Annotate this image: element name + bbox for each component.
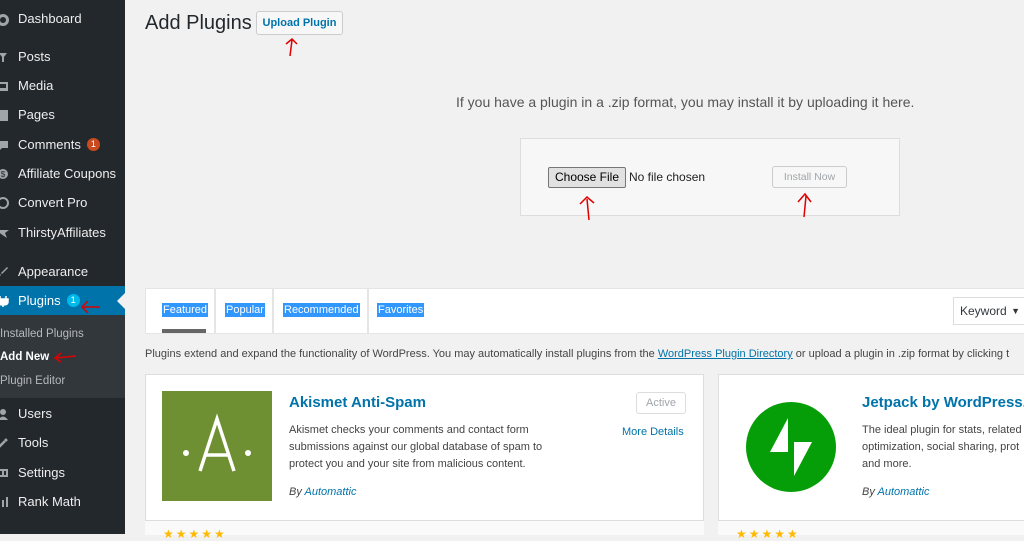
sidebar-item-label: Tools [18, 435, 49, 450]
submenu-installed-plugins[interactable]: Installed Plugins [0, 328, 84, 340]
annotation-arrow-install-now [797, 192, 812, 218]
settings-icon [0, 468, 8, 477]
sidebar-item-label: Pages [18, 107, 55, 122]
tab-divider [214, 289, 216, 333]
convert-icon [0, 196, 9, 209]
author-by-label: By [862, 486, 875, 498]
plugin-card-footer [145, 520, 704, 535]
tab-divider [367, 289, 369, 333]
admin-sidebar: Dashboard Posts Media Pages Comments 1 $… [0, 0, 125, 534]
submenu-plugin-editor[interactable]: Plugin Editor [0, 375, 65, 387]
plugin-title-akismet[interactable]: Akismet Anti-Spam [289, 394, 426, 411]
sidebar-item-label: Dashboard [18, 11, 82, 26]
comment-icon [0, 140, 8, 150]
author-link[interactable]: Automattic [878, 486, 930, 498]
plugins-update-badge: 1 [66, 294, 80, 307]
sidebar-item-tools[interactable]: Tools [0, 428, 125, 457]
sidebar-item-label: Media [18, 78, 54, 93]
coupon-icon: $ [0, 168, 8, 179]
annotation-arrow-upload [285, 37, 298, 57]
rating-stars: ★★★★★ [736, 527, 800, 541]
svg-text:$: $ [1, 170, 6, 179]
akismet-logo-graphic [183, 413, 251, 472]
page-title: Add Plugins [145, 12, 252, 34]
upload-plugin-button[interactable]: Upload Plugin [256, 11, 343, 35]
sidebar-item-convert-pro[interactable]: Convert Pro [0, 188, 125, 217]
plugin-directory-link[interactable]: WordPress Plugin Directory [658, 348, 793, 360]
sidebar-item-thirstyaffiliates[interactable]: ThirstyAffiliates [0, 218, 125, 247]
active-tab-indicator [162, 329, 206, 333]
plugin-icon [0, 295, 9, 307]
plugin-author: By Automattic [862, 486, 929, 498]
sidebar-item-label: Appearance [18, 264, 89, 279]
plugin-description: The ideal plugin for stats, related opti… [862, 422, 1024, 474]
tab-divider [272, 289, 274, 333]
sidebar-item-settings[interactable]: Settings [0, 458, 125, 487]
search-type-select[interactable]: Keyword ▼ [953, 297, 1024, 325]
brush-icon [0, 266, 8, 276]
sidebar-item-label: Plugins [18, 293, 61, 308]
sidebar-item-pages[interactable]: Pages [0, 100, 125, 129]
annotation-arrow-plugins [80, 300, 100, 314]
sidebar-item-dashboard[interactable]: Dashboard [0, 4, 125, 33]
sidebar-item-users[interactable]: Users [0, 399, 125, 428]
pages-icon [0, 109, 8, 121]
submenu-add-new[interactable]: Add New [0, 351, 49, 363]
plugin-description: Akismet checks your comments and contact… [289, 424, 543, 470]
media-icon [0, 81, 8, 91]
plugin-author: By Automattic [289, 486, 356, 498]
tab-popular[interactable]: Popular [225, 303, 265, 317]
plugin-title-jetpack[interactable]: Jetpack by WordPress.c [862, 394, 1024, 411]
more-details-link[interactable]: More Details [622, 426, 684, 438]
sidebar-item-affiliate-coupons[interactable]: $ Affiliate Coupons [0, 159, 125, 188]
rating-stars: ★★★★★ [163, 527, 227, 541]
sidebar-item-label: Settings [18, 465, 65, 480]
search-type-value: Keyword [960, 304, 1007, 318]
install-now-button[interactable]: Install Now [772, 166, 847, 188]
dashboard-icon [0, 13, 9, 26]
thirsty-icon [0, 229, 9, 238]
annotation-arrow-add-new [53, 352, 77, 363]
users-icon [0, 408, 8, 420]
rankmath-icon [2, 496, 8, 507]
file-status-text: No file chosen [629, 170, 706, 184]
sidebar-item-posts[interactable]: Posts [0, 42, 125, 71]
author-link[interactable]: Automattic [305, 486, 357, 498]
sidebar-item-label: Users [18, 406, 52, 421]
sidebar-item-comments[interactable]: Comments 1 [0, 130, 125, 159]
pin-icon [0, 52, 7, 62]
plugin-description-text: The ideal plugin for stats, related opti… [862, 424, 1022, 470]
plugin-filter-bar [145, 288, 1024, 334]
sidebar-item-label: Convert Pro [18, 195, 88, 210]
choose-file-button[interactable]: Choose File [548, 167, 626, 188]
sidebar-item-media[interactable]: Media [0, 71, 125, 100]
sidebar-item-appearance[interactable]: Appearance [0, 257, 125, 286]
sidebar-item-label: Affiliate Coupons [18, 166, 117, 181]
tab-recommended[interactable]: Recommended [283, 303, 360, 317]
comments-count-badge: 1 [86, 138, 100, 151]
intro-text-after: or upload a plugin in .zip format by cli… [792, 348, 1010, 360]
intro-text-before: Plugins extend and expand the functional… [145, 348, 658, 360]
sidebar-item-rank-math[interactable]: Rank Math [0, 487, 125, 516]
tab-favorites[interactable]: Favorites [377, 303, 425, 317]
upload-description: If you have a plugin in a .zip format, y… [456, 94, 915, 110]
intro-text: Plugins extend and expand the functional… [145, 348, 1009, 360]
sidebar-item-label: Comments [18, 137, 81, 152]
chevron-down-icon: ▼ [1011, 306, 1020, 316]
tab-featured[interactable]: Featured [162, 303, 209, 317]
annotation-arrow-choose-file [579, 195, 595, 221]
sidebar-item-label: Posts [18, 49, 51, 64]
sidebar-item-plugins[interactable]: Plugins 1 [0, 286, 125, 315]
author-by-label: By [289, 486, 302, 498]
tools-icon [0, 437, 8, 448]
jetpack-logo-icon [746, 402, 836, 492]
sidebar-item-label: Rank Math [18, 494, 81, 509]
akismet-logo-icon [162, 391, 272, 501]
sidebar-item-label: ThirstyAffiliates [18, 225, 106, 240]
plugin-active-button: Active [636, 392, 686, 414]
